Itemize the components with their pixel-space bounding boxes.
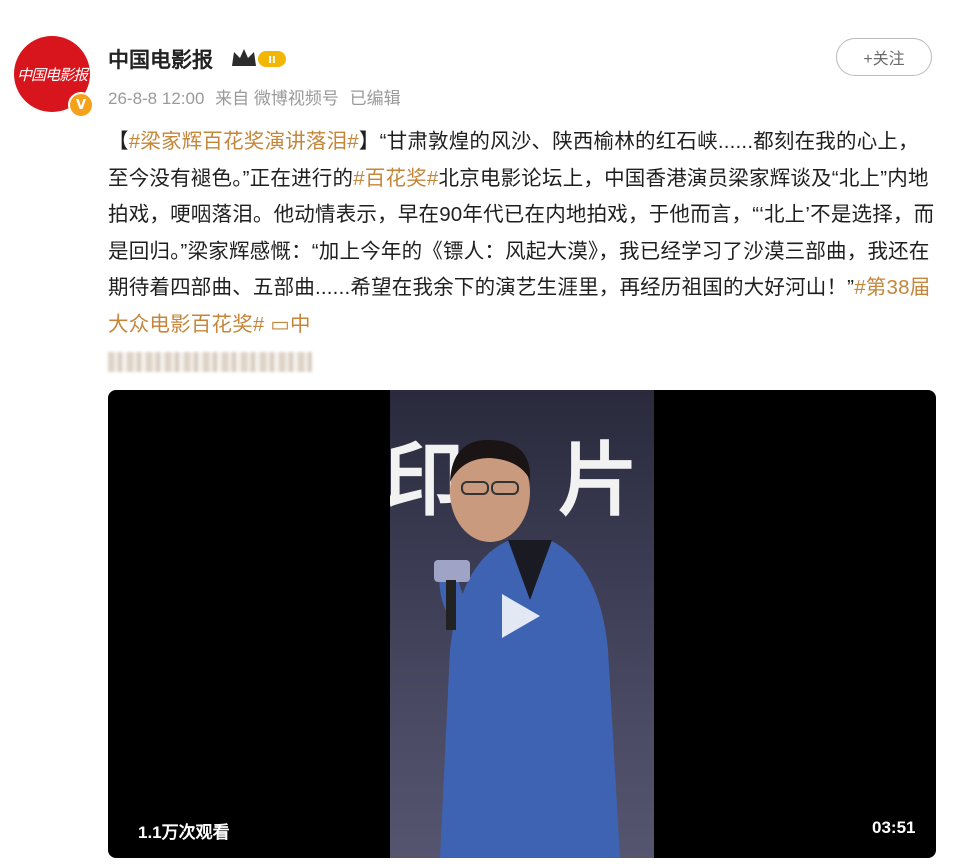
hashtag-link[interactable]: #梁家辉百花奖演讲落泪# <box>129 130 359 153</box>
blurred-link-text <box>108 351 312 372</box>
video-link-icon[interactable]: ▭ <box>270 313 290 336</box>
video-duration: 03:51 <box>872 818 916 837</box>
follow-button[interactable]: +关注 <box>836 38 932 76</box>
post-content: 【#梁家辉百花奖演讲落泪#】“甘肃敦煌的风沙、陕西榆林的红石峡......都刻在… <box>108 124 936 380</box>
play-icon[interactable] <box>502 594 540 638</box>
video-link-text[interactable]: 中 <box>290 313 311 336</box>
view-count: 1.1万次观看 <box>138 823 230 842</box>
hashtag-link[interactable]: #百花奖# <box>353 167 438 190</box>
avatar-text: 中国电影报 <box>16 65 88 84</box>
level-badge-text: II <box>268 55 275 66</box>
verified-badge-icon: V <box>68 92 94 118</box>
author-name[interactable]: 中国电影报 <box>108 44 213 74</box>
bracket-open: 【 <box>108 130 129 153</box>
post-date: 26-8-8 12:00 <box>108 89 205 108</box>
member-crown-icon[interactable]: II <box>230 46 288 70</box>
post-source[interactable]: 来自 微博视频号 <box>215 89 339 108</box>
post-meta: 26-8-8 12:00 来自 微博视频号 已编辑 <box>108 84 407 109</box>
post-edited: 已编辑 <box>349 89 401 108</box>
bracket-close: 】 <box>358 130 380 153</box>
